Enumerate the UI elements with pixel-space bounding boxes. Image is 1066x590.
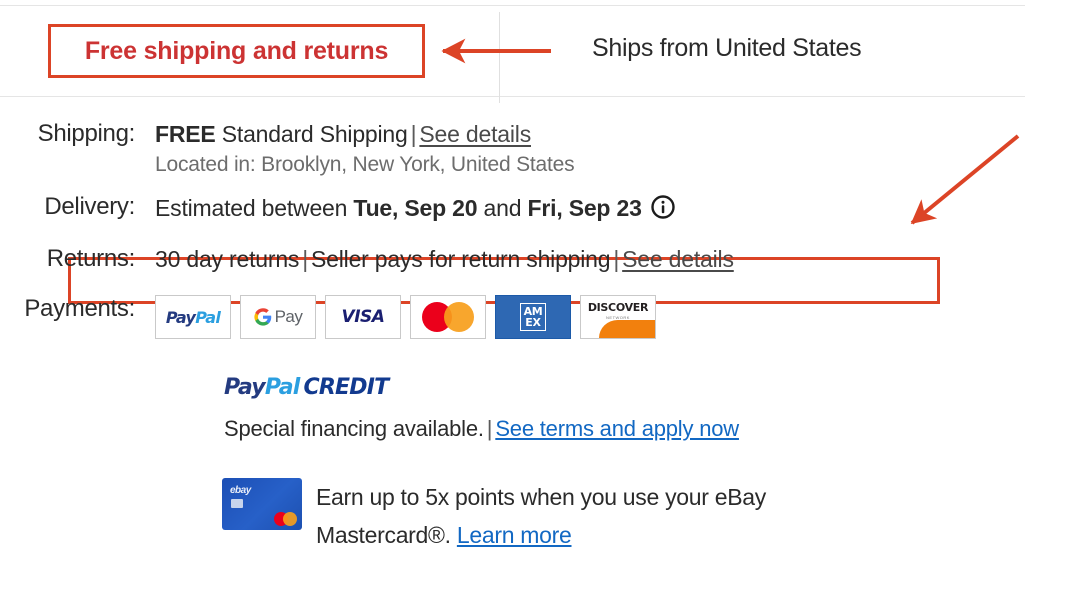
paypal-logo-dark: Pay bbox=[166, 308, 195, 327]
shipping-separator: | bbox=[408, 121, 420, 147]
paypal-credit-apply-link[interactable]: See terms and apply now bbox=[495, 416, 739, 441]
returns-see-details-link[interactable]: See details bbox=[622, 246, 734, 272]
google-pay-logo: Pay bbox=[254, 307, 303, 327]
shipping-value: FREE Standard Shipping|See details bbox=[155, 120, 531, 148]
mastercard-badge[interactable] bbox=[410, 295, 486, 339]
paypal-credit-logo-light: Pal bbox=[265, 375, 300, 400]
paypal-credit-financing-line: Special financing available.|See terms a… bbox=[224, 416, 739, 442]
returns-policy-text: 30 day returns bbox=[155, 246, 299, 272]
ebay-mastercard-offer: ebay Earn up to 5x points when you use y… bbox=[222, 478, 766, 554]
ebay-mc-yellow-circle bbox=[283, 512, 297, 526]
item-details-list: Shipping: FREE Standard Shipping|See det… bbox=[0, 97, 1066, 339]
paypal-credit-section: PayPalCREDIT Special financing available… bbox=[224, 375, 739, 442]
free-shipping-highlight-box: Free shipping and returns bbox=[48, 24, 425, 78]
visa-logo-text: VISA bbox=[342, 307, 385, 327]
returns-row: Returns: 30 day returns|Seller pays for … bbox=[0, 245, 1066, 273]
header-column-divider bbox=[499, 12, 500, 103]
paypal-credit-financing-text: Special financing available. bbox=[224, 416, 484, 441]
info-icon[interactable] bbox=[650, 194, 676, 226]
delivery-label: Delivery: bbox=[0, 193, 155, 221]
delivery-value: Estimated between Tue, Sep 20 and Fri, S… bbox=[155, 193, 676, 226]
ebay-credit-card-image: ebay bbox=[222, 478, 302, 530]
delivery-row: Delivery: Estimated between Tue, Sep 20 … bbox=[0, 193, 1066, 226]
delivery-end-date: Fri, Sep 23 bbox=[528, 195, 642, 221]
amex-badge[interactable]: AM EX bbox=[495, 295, 571, 339]
mastercard-logo bbox=[422, 302, 474, 332]
paypal-credit-logo-credit: CREDIT bbox=[304, 375, 389, 400]
amex-logo: AM EX bbox=[520, 303, 547, 331]
delivery-start-date: Tue, Sep 20 bbox=[353, 195, 477, 221]
payment-method-badges: PayPal Pay VISA bbox=[155, 295, 656, 339]
payments-row: Payments: PayPal Pay VISA bbox=[0, 295, 1066, 339]
mastercard-yellow-circle bbox=[444, 302, 474, 332]
located-in-text: Located in: Brooklyn, New York, United S… bbox=[155, 153, 574, 177]
discover-badge[interactable]: DISCOVER NETWORK bbox=[580, 295, 656, 339]
paypal-logo-text: PayPal bbox=[166, 308, 220, 327]
ebay-offer-line-2: Mastercard®. bbox=[316, 522, 451, 548]
payments-label: Payments: bbox=[0, 295, 155, 323]
paypal-credit-logo-dark: Pay bbox=[224, 375, 265, 400]
discover-logo-text: DISCOVER bbox=[588, 301, 648, 314]
shipping-method-text: Standard Shipping bbox=[222, 121, 408, 147]
google-g-icon bbox=[254, 308, 272, 326]
ebay-card-logo: ebay bbox=[230, 485, 251, 496]
returns-who-pays-text: Seller pays for return shipping bbox=[311, 246, 610, 272]
paypal-credit-separator: | bbox=[484, 416, 496, 441]
discover-swoosh-icon bbox=[599, 320, 655, 338]
located-in-row: Located in: Brooklyn, New York, United S… bbox=[0, 153, 1066, 177]
free-shipping-badge: Free shipping and returns bbox=[85, 37, 388, 66]
amex-line-2: EX bbox=[524, 317, 543, 328]
delivery-conjunction: and bbox=[484, 195, 522, 221]
shipping-free-text: FREE bbox=[155, 121, 216, 147]
paypal-badge[interactable]: PayPal bbox=[155, 295, 231, 339]
shipping-see-details-link[interactable]: See details bbox=[419, 121, 531, 147]
ebay-offer-text: Earn up to 5x points when you use your e… bbox=[316, 478, 766, 554]
visa-badge[interactable]: VISA bbox=[325, 295, 401, 339]
ebay-card-mastercard-icon bbox=[274, 512, 297, 526]
ships-from-label: Ships from United States bbox=[592, 34, 861, 63]
returns-separator-2: | bbox=[610, 246, 622, 272]
paypal-logo-light: Pal bbox=[195, 308, 220, 327]
paypal-credit-logo: PayPalCREDIT bbox=[224, 375, 739, 400]
shipping-label: Shipping: bbox=[0, 120, 155, 148]
google-pay-badge[interactable]: Pay bbox=[240, 295, 316, 339]
returns-label: Returns: bbox=[0, 245, 155, 273]
returns-value: 30 day returns|Seller pays for return sh… bbox=[155, 245, 734, 273]
returns-separator-1: | bbox=[299, 246, 311, 272]
discover-logo: DISCOVER NETWORK bbox=[581, 296, 655, 338]
ebay-card-chip-icon bbox=[231, 499, 243, 508]
shipping-row: Shipping: FREE Standard Shipping|See det… bbox=[0, 120, 1066, 148]
delivery-prefix-text: Estimated between bbox=[155, 195, 347, 221]
ebay-offer-line-1: Earn up to 5x points when you use your e… bbox=[316, 484, 766, 510]
google-pay-text: Pay bbox=[275, 307, 303, 327]
ebay-learn-more-link[interactable]: Learn more bbox=[457, 522, 572, 548]
